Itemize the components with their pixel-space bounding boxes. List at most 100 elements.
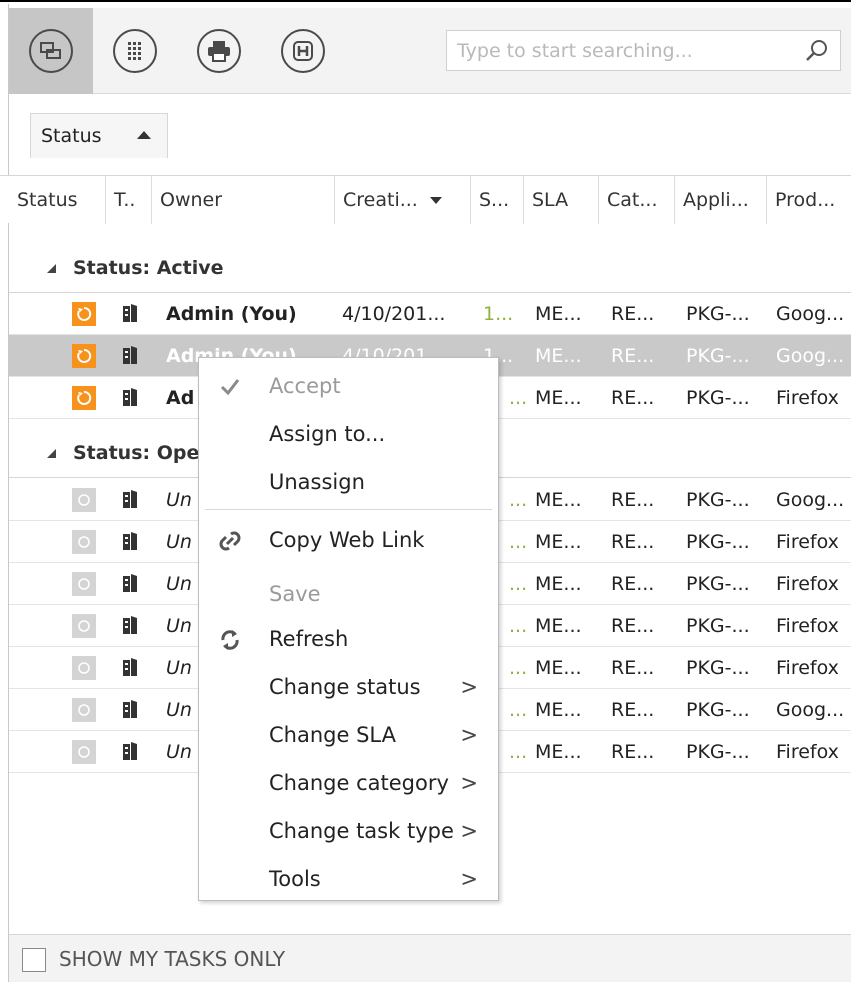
window-top-border: [0, 0, 851, 2]
sla-cell: ME...: [535, 303, 582, 325]
grid-icon: [113, 29, 157, 73]
menu-item-change-sla[interactable]: Change SLA >: [199, 711, 498, 759]
toolbar: [9, 8, 851, 94]
group-label: Status: Ope: [73, 442, 200, 464]
sort-descending-icon: [429, 197, 442, 204]
menu-item-tools[interactable]: Tools >: [199, 855, 498, 903]
menu-item-label: Change SLA: [269, 723, 396, 747]
application-cell: PKG-...: [686, 531, 750, 553]
column-header-product[interactable]: Prod...: [767, 176, 851, 224]
submenu-arrow-icon: >: [460, 819, 478, 843]
category-cell: RE...: [611, 387, 655, 409]
category-cell: RE...: [611, 489, 655, 511]
submenu-arrow-icon: >: [460, 771, 478, 795]
menu-item-change-task-type[interactable]: Change task type >: [199, 807, 498, 855]
column-header-owner[interactable]: Owner: [152, 176, 335, 224]
category-cell: RE...: [611, 741, 655, 763]
category-cell: RE...: [611, 345, 655, 367]
s-cell: 1...: [483, 303, 514, 325]
sla-cell: ME...: [535, 657, 582, 679]
task-type-icon: [123, 574, 137, 592]
search-icon[interactable]: [804, 38, 830, 68]
column-header-created[interactable]: Creati...: [335, 176, 471, 224]
s-cell: ...: [509, 699, 528, 721]
show-my-tasks-checkbox[interactable]: [22, 948, 46, 972]
group-by-status-chip[interactable]: Status: [30, 113, 168, 158]
sla-cell: ME...: [535, 741, 582, 763]
menu-item-label: Accept: [269, 374, 341, 398]
sla-cell: ME...: [535, 489, 582, 511]
s-cell: ...: [509, 489, 528, 511]
menu-item-save[interactable]: Save: [199, 570, 498, 618]
view-toggle-button[interactable]: [9, 8, 93, 94]
print-icon: [197, 29, 241, 73]
view-toggle-icon: [29, 29, 73, 73]
status-active-icon: [72, 302, 96, 326]
print-button[interactable]: [177, 8, 261, 94]
column-header-row: Status T.. Owner Creati... S... SLA Cat.…: [0, 175, 851, 224]
show-my-tasks-label[interactable]: SHOW MY TASKS ONLY: [59, 935, 285, 983]
application-cell: PKG-...: [686, 303, 750, 325]
product-cell: Goog...: [776, 489, 845, 511]
category-cell: RE...: [611, 573, 655, 595]
collapse-triangle-icon[interactable]: [47, 449, 56, 458]
task-type-icon: [123, 532, 137, 550]
sla-cell: ME...: [535, 573, 582, 595]
application-cell: PKG-...: [686, 573, 750, 595]
grid-view-button[interactable]: [93, 8, 177, 94]
menu-item-refresh[interactable]: Refresh: [199, 615, 498, 663]
menu-item-assign-to[interactable]: Assign to...: [199, 410, 498, 458]
menu-item-accept[interactable]: Accept: [199, 362, 498, 410]
column-header-s[interactable]: S...: [471, 176, 524, 224]
group-header-active[interactable]: Status: Active: [9, 243, 851, 293]
application-cell: PKG-...: [686, 387, 750, 409]
menu-item-change-category[interactable]: Change category >: [199, 759, 498, 807]
context-menu: Accept Assign to... Unassign Copy Web Li…: [198, 357, 499, 901]
task-type-icon: [123, 742, 137, 760]
column-header-type[interactable]: T..: [106, 176, 152, 224]
help-button[interactable]: [261, 8, 345, 94]
search-input[interactable]: [447, 31, 787, 70]
product-cell: Firefox: [776, 657, 839, 679]
category-cell: RE...: [611, 699, 655, 721]
submenu-arrow-icon: >: [460, 867, 478, 891]
column-header-status[interactable]: Status: [9, 176, 106, 224]
sort-ascending-icon: [137, 131, 151, 139]
s-cell: ...: [509, 741, 528, 763]
collapse-triangle-icon[interactable]: [47, 264, 56, 273]
s-cell: ...: [509, 387, 528, 409]
status-open-icon: [72, 572, 96, 596]
category-cell: RE...: [611, 657, 655, 679]
status-open-icon: [72, 698, 96, 722]
status-open-icon: [72, 740, 96, 764]
product-cell: Goog...: [776, 303, 845, 325]
application-cell: PKG-...: [686, 699, 750, 721]
footer-bar: SHOW MY TASKS ONLY: [9, 934, 851, 982]
s-cell: ...: [509, 573, 528, 595]
status-open-icon: [72, 656, 96, 680]
product-cell: Firefox: [776, 531, 839, 553]
sla-cell: ME...: [535, 387, 582, 409]
group-by-label: Status: [41, 125, 102, 147]
task-type-icon: [123, 700, 137, 718]
category-cell: RE...: [611, 615, 655, 637]
menu-item-unassign[interactable]: Unassign: [199, 458, 498, 506]
task-type-icon: [123, 388, 137, 406]
search-box[interactable]: [446, 30, 841, 71]
sla-cell: ME...: [535, 699, 582, 721]
status-open-icon: [72, 530, 96, 554]
check-icon: [220, 379, 240, 396]
menu-item-change-status[interactable]: Change status >: [199, 663, 498, 711]
column-header-sla[interactable]: SLA: [524, 176, 599, 224]
s-cell: ...: [509, 531, 528, 553]
product-cell: Firefox: [776, 387, 839, 409]
product-cell: Goog...: [776, 699, 845, 721]
submenu-arrow-icon: >: [460, 723, 478, 747]
s-cell: ...: [509, 615, 528, 637]
column-header-category[interactable]: Cat...: [599, 176, 675, 224]
column-header-application[interactable]: Appli...: [675, 176, 767, 224]
table-row[interactable]: Admin (You) 4/10/201... 1... ME... RE...…: [9, 293, 851, 335]
refresh-icon: [221, 630, 239, 650]
menu-item-copy-web-link[interactable]: Copy Web Link: [199, 516, 498, 564]
menu-separator: [205, 509, 492, 510]
